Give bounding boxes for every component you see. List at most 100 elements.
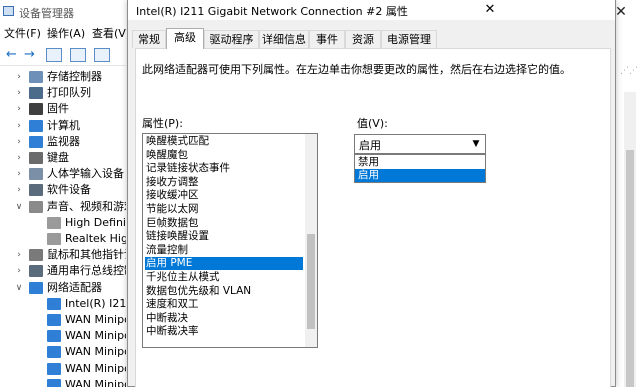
tree-item[interactable]: WAN Minipo [0, 312, 126, 328]
dialog-close-icon[interactable]: ✕ [480, 0, 500, 20]
property-list-item[interactable]: 巨帧数据包 [145, 217, 303, 230]
property-list-item[interactable]: 启用 PME [145, 257, 303, 271]
property-listbox[interactable]: 唤醒模式匹配 唤醒魔包 记录链接状态事件 接收方调整 接收缓冲区 节能以太网 巨帧数据包 链接… [142, 133, 318, 348]
menu-action[interactable]: 操作(A) [47, 25, 85, 43]
tree-item[interactable]: › 人体学输入设备 [0, 166, 126, 182]
tab-details[interactable]: 详细信息 [259, 30, 309, 48]
menu-view[interactable]: 查看(V) [92, 25, 130, 43]
tree-item-label: WAN Minipo [65, 361, 126, 375]
device-category-icon [29, 200, 43, 213]
tree-item[interactable]: › 监视器 [0, 134, 126, 150]
value-label: 值(V): [357, 117, 388, 130]
property-list-item[interactable]: 数据包优先级和 VLAN [145, 285, 303, 298]
value-dropdown-list[interactable]: 禁用 启用 [354, 154, 486, 183]
expand-arrow-icon[interactable]: › [14, 118, 24, 134]
tab-advanced[interactable]: 高级 [166, 28, 204, 49]
property-list-item[interactable]: 速度和双工 [145, 298, 303, 311]
value-option-enable[interactable]: 启用 [355, 169, 485, 182]
value-option-disable[interactable]: 禁用 [355, 156, 485, 169]
tree-item[interactable]: › 鼠标和其他指针设 [0, 247, 126, 263]
property-list-scrollbar[interactable] [305, 134, 317, 347]
tree-item[interactable]: WAN Minipo [0, 344, 126, 360]
dialog-tabstrip: 常规 高级 驱动程序 详细信息 事件 资源 电源管理 [128, 28, 615, 49]
tab-events[interactable]: 事件 [309, 30, 345, 48]
tab-resources[interactable]: 资源 [345, 30, 381, 48]
expand-arrow-icon[interactable]: › [14, 85, 24, 101]
device-category-icon [47, 362, 61, 375]
expand-arrow-icon[interactable]: › [14, 247, 24, 263]
tree-item[interactable]: High Definitio [0, 215, 126, 231]
expand-arrow-icon[interactable]: › [14, 182, 24, 198]
tree-item-label: 人体学输入设备 [47, 167, 124, 181]
tree-item[interactable]: WAN Minipo [0, 377, 126, 387]
device-manager-scroll-thumb[interactable] [626, 150, 634, 387]
tree-item-label: 打印队列 [47, 86, 91, 100]
property-list-item[interactable]: 接收缓冲区 [145, 189, 303, 202]
property-label: 属性(P): [142, 117, 183, 130]
property-list-item[interactable]: 流量控制 [145, 244, 303, 257]
menu-file[interactable]: 文件(F) [4, 25, 41, 43]
properties-toolbar-icon[interactable] [46, 48, 62, 62]
device-tree: › 存储控制器 › 打印队列 › 固件 › 计算机 › 监视器 › 键盘 › 人体学输入设备 › 软件设备 ∨ 声… [0, 66, 126, 387]
expand-arrow-icon[interactable]: › [14, 69, 24, 85]
tab-general[interactable]: 常规 [132, 30, 166, 48]
tree-item-label: 键盘 [47, 151, 69, 164]
tree-item[interactable]: ∨ 声音、视频和游戏 [0, 199, 126, 215]
device-category-icon [47, 314, 61, 326]
expand-arrow-icon[interactable]: › [14, 101, 24, 117]
device-category-icon [29, 168, 43, 181]
device-manager-menubar: 文件(F) 操作(A) 查看(V) [0, 25, 130, 43]
tab-power-management[interactable]: 电源管理 [381, 30, 437, 48]
expand-arrow-icon[interactable]: › [14, 134, 24, 150]
tree-item[interactable]: › 计算机 [0, 118, 126, 134]
property-list-item[interactable]: 链接唤醒设置 [145, 230, 303, 243]
forward-arrow-icon[interactable]: → [24, 46, 35, 64]
property-list-item[interactable]: 中断裁决率 [145, 325, 303, 338]
device-category-icon [47, 216, 61, 229]
tree-item[interactable]: WAN Minipo [0, 328, 126, 344]
device-category-icon [29, 71, 43, 83]
tree-item-label: 鼠标和其他指针设 [47, 248, 126, 262]
property-list-item[interactable]: 节能以太网 [145, 203, 303, 216]
collapse-arrow-icon[interactable]: ∨ [14, 199, 24, 215]
tree-item-label: 存储控制器 [47, 70, 102, 83]
value-select-current: 启用 [359, 139, 381, 152]
advanced-description: 此网络适配器可使用下列属性。在左边单击你想要更改的属性，然后在右边选择它的值。 [142, 63, 571, 76]
expand-arrow-icon[interactable]: › [14, 150, 24, 166]
tree-item-label: 网络适配器 [47, 280, 102, 294]
property-list-item[interactable]: 记录链接状态事件 [145, 162, 303, 175]
tree-item[interactable]: Realtek High [0, 231, 126, 247]
tree-item[interactable]: › 存储控制器 [0, 69, 126, 85]
properties-dialog: Intel(R) I211 Gigabit Network Connection… [127, 0, 616, 387]
tree-item-label: Intel(R) I211 [65, 296, 126, 310]
tree-item[interactable]: › 键盘 [0, 150, 126, 166]
property-list-item[interactable]: 中断裁决 [145, 312, 303, 325]
show-hidden-toolbar-icon[interactable] [70, 48, 86, 62]
device-category-icon [47, 330, 61, 343]
tree-item-label: WAN Minipo [65, 345, 126, 359]
help-toolbar-icon[interactable] [94, 48, 110, 62]
device-category-icon [29, 281, 43, 294]
property-list-item[interactable]: 唤醒模式匹配 [145, 135, 303, 148]
tree-item[interactable]: › 打印队列 [0, 85, 126, 101]
expand-arrow-icon[interactable]: › [14, 263, 24, 279]
property-list-item[interactable]: 千兆位主从模式 [145, 271, 303, 284]
resize-grip-icon[interactable]: ⋰⋰ [620, 66, 638, 78]
expand-arrow-icon[interactable]: › [14, 166, 24, 182]
property-list-item[interactable]: 接收方调整 [145, 176, 303, 189]
tree-item[interactable]: › 固件 [0, 101, 126, 117]
value-select[interactable]: 启用 ▼ [354, 134, 486, 154]
collapse-arrow-icon[interactable]: ∨ [14, 280, 24, 296]
property-list-item[interactable]: 唤醒魔包 [145, 149, 303, 162]
tree-item[interactable]: › 通用串行总线控制 [0, 263, 126, 279]
tab-driver[interactable]: 驱动程序 [204, 30, 259, 48]
property-list-scroll-thumb[interactable] [307, 234, 315, 329]
tree-item[interactable]: Intel(R) I211 [0, 296, 126, 312]
chevron-down-icon[interactable]: ▼ [468, 136, 484, 152]
tree-item[interactable]: WAN Minipo [0, 361, 126, 377]
device-category-icon [29, 184, 43, 197]
back-arrow-icon[interactable]: ← [6, 46, 17, 64]
device-manager-title: 设备管理器 [19, 7, 74, 20]
tree-item[interactable]: ∨ 网络适配器 [0, 280, 126, 296]
tree-item[interactable]: › 软件设备 [0, 182, 126, 198]
